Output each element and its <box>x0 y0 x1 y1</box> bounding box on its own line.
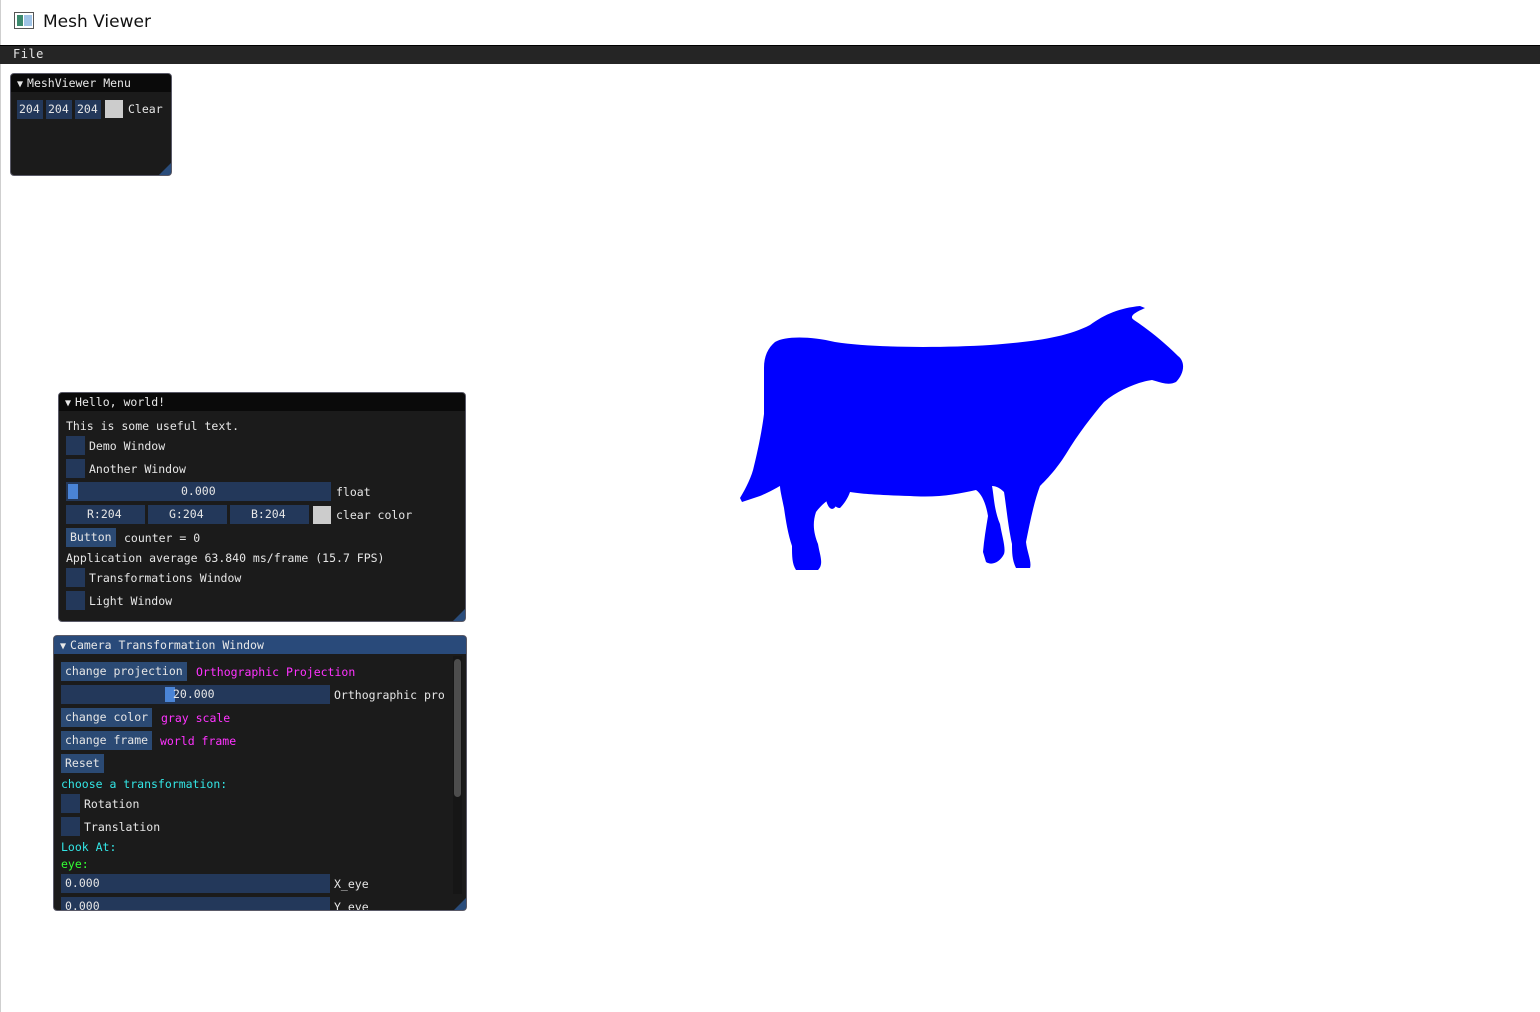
y-eye-value: 0.000 <box>65 899 100 911</box>
change-color-button[interactable]: change color <box>61 708 153 727</box>
look-at-label: Look At: <box>61 840 117 854</box>
ortho-label: Orthographic pro <box>334 688 445 702</box>
clear-color-r-input[interactable]: R:204 <box>66 505 145 524</box>
change-projection-button[interactable]: change projection <box>61 662 187 681</box>
window-titlebar: Mesh Viewer <box>0 0 1540 45</box>
light-window-label: Light Window <box>89 594 173 608</box>
x-eye-value: 0.000 <box>65 876 100 890</box>
transformations-window-checkbox[interactable] <box>66 568 85 587</box>
clear-color-swatch[interactable] <box>105 100 123 118</box>
another-window-label: Another Window <box>89 462 186 476</box>
collapse-triangle-icon[interactable]: ▼ <box>65 398 71 409</box>
another-window-checkbox[interactable] <box>66 459 85 478</box>
clear-label: Clear <box>128 102 163 116</box>
clear-b-input[interactable]: 204 <box>75 100 101 119</box>
float-slider[interactable]: 0.000 <box>66 482 331 501</box>
camera-transformation-window[interactable]: ▼ Camera Transformation Window change pro… <box>53 635 467 911</box>
cow-mesh <box>740 306 1184 570</box>
clear-color-g-input[interactable]: G:204 <box>148 505 227 524</box>
color-mode-value: gray scale <box>161 711 231 725</box>
light-window-checkbox[interactable] <box>66 591 85 610</box>
clear-color-g-value: G:204 <box>169 507 204 521</box>
app-icon <box>14 12 34 29</box>
transformations-window-label: Transformations Window <box>89 571 242 585</box>
clear-color-swatch[interactable] <box>313 506 331 524</box>
meshviewer-menu-title: MeshViewer Menu <box>27 76 131 90</box>
x-eye-label: X_eye <box>334 877 369 891</box>
useful-text: This is some useful text. <box>66 419 240 433</box>
translation-checkbox[interactable] <box>61 817 80 836</box>
choose-transformation-label: choose a transformation: <box>61 777 228 791</box>
collapse-triangle-icon[interactable]: ▼ <box>60 641 66 652</box>
y-eye-label: Y_eye <box>334 900 369 911</box>
x-eye-input[interactable]: 0.000 <box>61 874 330 893</box>
clear-color-label: clear color <box>336 508 413 522</box>
float-slider-grab[interactable] <box>68 484 78 499</box>
translation-label: Translation <box>84 820 161 834</box>
clear-b-value: 204 <box>77 102 98 116</box>
y-eye-input[interactable]: 0.000 <box>61 897 330 911</box>
clear-color-b-input[interactable]: B:204 <box>230 505 309 524</box>
fps-text: Application average 63.840 ms/frame (15.… <box>66 551 385 565</box>
counter-button[interactable]: Button <box>66 528 116 547</box>
resize-grip[interactable] <box>159 163 171 175</box>
ortho-slider-value: 20.000 <box>173 687 215 701</box>
clear-color-b-value: B:204 <box>251 507 286 521</box>
camera-window-title: Camera Transformation Window <box>70 638 264 652</box>
clear-color-r-value: R:204 <box>87 507 122 521</box>
float-label: float <box>336 485 371 499</box>
resize-grip[interactable] <box>453 609 465 621</box>
clear-r-input[interactable]: 204 <box>17 100 43 119</box>
camera-window-titlebar[interactable]: ▼ Camera Transformation Window <box>54 636 466 654</box>
rotation-label: Rotation <box>84 797 140 811</box>
eye-label: eye: <box>61 857 89 871</box>
camera-window-scrollbar[interactable] <box>453 656 462 894</box>
menu-file[interactable]: File <box>13 47 44 61</box>
ortho-slider[interactable]: 20.000 <box>61 685 330 704</box>
meshviewer-menu-window[interactable]: ▼ MeshViewer Menu 204 204 204 Clear <box>10 73 172 176</box>
mesh-viewport[interactable] <box>700 290 1220 590</box>
change-frame-button[interactable]: change frame <box>61 731 153 750</box>
demo-window-label: Demo Window <box>89 439 166 453</box>
meshviewer-menu-titlebar[interactable]: ▼ MeshViewer Menu <box>11 74 171 92</box>
hello-world-title: Hello, world! <box>75 395 166 409</box>
frame-value: world frame <box>160 734 237 748</box>
window-title: Mesh Viewer <box>43 12 151 32</box>
collapse-triangle-icon[interactable]: ▼ <box>17 79 23 90</box>
clear-r-value: 204 <box>19 102 40 116</box>
float-slider-value: 0.000 <box>181 484 216 498</box>
window-border <box>0 64 1 1012</box>
rotation-checkbox[interactable] <box>61 794 80 813</box>
resize-grip[interactable] <box>454 898 466 910</box>
clear-g-value: 204 <box>48 102 69 116</box>
hello-world-window[interactable]: ▼ Hello, world! This is some useful text.… <box>58 392 466 622</box>
scrollbar-thumb[interactable] <box>454 659 461 797</box>
reset-button[interactable]: Reset <box>61 754 104 773</box>
clear-g-input[interactable]: 204 <box>46 100 72 119</box>
counter-text: counter = 0 <box>124 531 201 545</box>
projection-value: Orthographic Projection <box>196 665 356 679</box>
demo-window-checkbox[interactable] <box>66 436 85 455</box>
menubar: File <box>0 45 1540 64</box>
hello-world-titlebar[interactable]: ▼ Hello, world! <box>59 393 465 411</box>
